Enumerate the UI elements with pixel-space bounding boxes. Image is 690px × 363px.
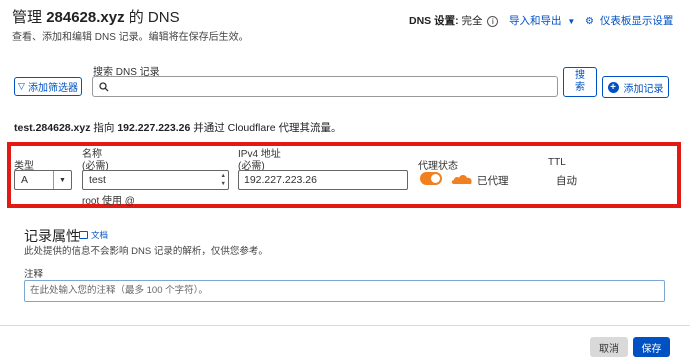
search-input[interactable] <box>92 76 558 97</box>
page-subtitle: 查看、添加和编辑 DNS 记录。编辑将在保存后生效。 <box>12 32 249 43</box>
dns-settings-status: DNS 设置: 完全 i <box>409 13 499 28</box>
proxy-status-value: 已代理 <box>477 175 509 187</box>
save-button[interactable]: 保存 <box>633 337 670 357</box>
type-select[interactable]: A ▼ <box>14 170 72 190</box>
add-filter-button[interactable]: ▽ 添加筛选器 <box>14 77 82 96</box>
proxy-toggle[interactable] <box>420 172 442 185</box>
caret-down-icon: ▼ <box>567 17 576 26</box>
info-icon[interactable]: i <box>487 15 499 27</box>
gear-icon: ⚙ <box>585 16 594 27</box>
ttl-label: TTL <box>548 157 566 168</box>
docs-link[interactable]: 文档 <box>79 229 108 241</box>
domain-name: 284628.xyz <box>46 9 125 26</box>
chevron-down-icon: ▼ <box>53 171 71 189</box>
proxy-status-label: 代理状态 <box>418 161 458 172</box>
spinner-icon[interactable]: ▲ ▼ <box>221 172 226 188</box>
ipv4-address-field[interactable]: 192.227.223.26 <box>238 170 408 190</box>
record-preview: test.284628.xyz 指向 192.227.223.26 并通过 Cl… <box>14 122 342 134</box>
name-hint: root 使用 @ <box>82 196 135 207</box>
divider <box>0 325 690 326</box>
dashboard-settings-link[interactable]: ⚙ 仪表板显示设置 <box>585 13 673 28</box>
document-icon <box>79 231 88 239</box>
comment-label: 注释 <box>24 269 44 280</box>
add-record-button[interactable]: + 添加记录 <box>602 76 669 98</box>
comment-field[interactable]: 在此处输入您的注释（最多 100 个字符）。 <box>24 280 665 302</box>
cancel-button[interactable]: 取消 <box>590 337 628 357</box>
import-export-menu[interactable]: 导入和导出 ▼ <box>509 13 575 28</box>
cloud-icon <box>451 175 472 184</box>
search-icon <box>99 82 109 92</box>
plus-icon: + <box>607 81 619 93</box>
record-attributes-description: 此处提供的信息不会影响 DNS 记录的解析，仅供您参考。 <box>24 246 268 257</box>
filter-icon: ▽ <box>18 81 25 91</box>
name-field[interactable]: test ▲ ▼ <box>82 170 229 190</box>
page-title: 管理 284628.xyz 的 DNS <box>12 9 180 26</box>
search-button[interactable]: 搜 索 <box>563 67 597 97</box>
ttl-value[interactable]: 自动 <box>556 173 577 188</box>
